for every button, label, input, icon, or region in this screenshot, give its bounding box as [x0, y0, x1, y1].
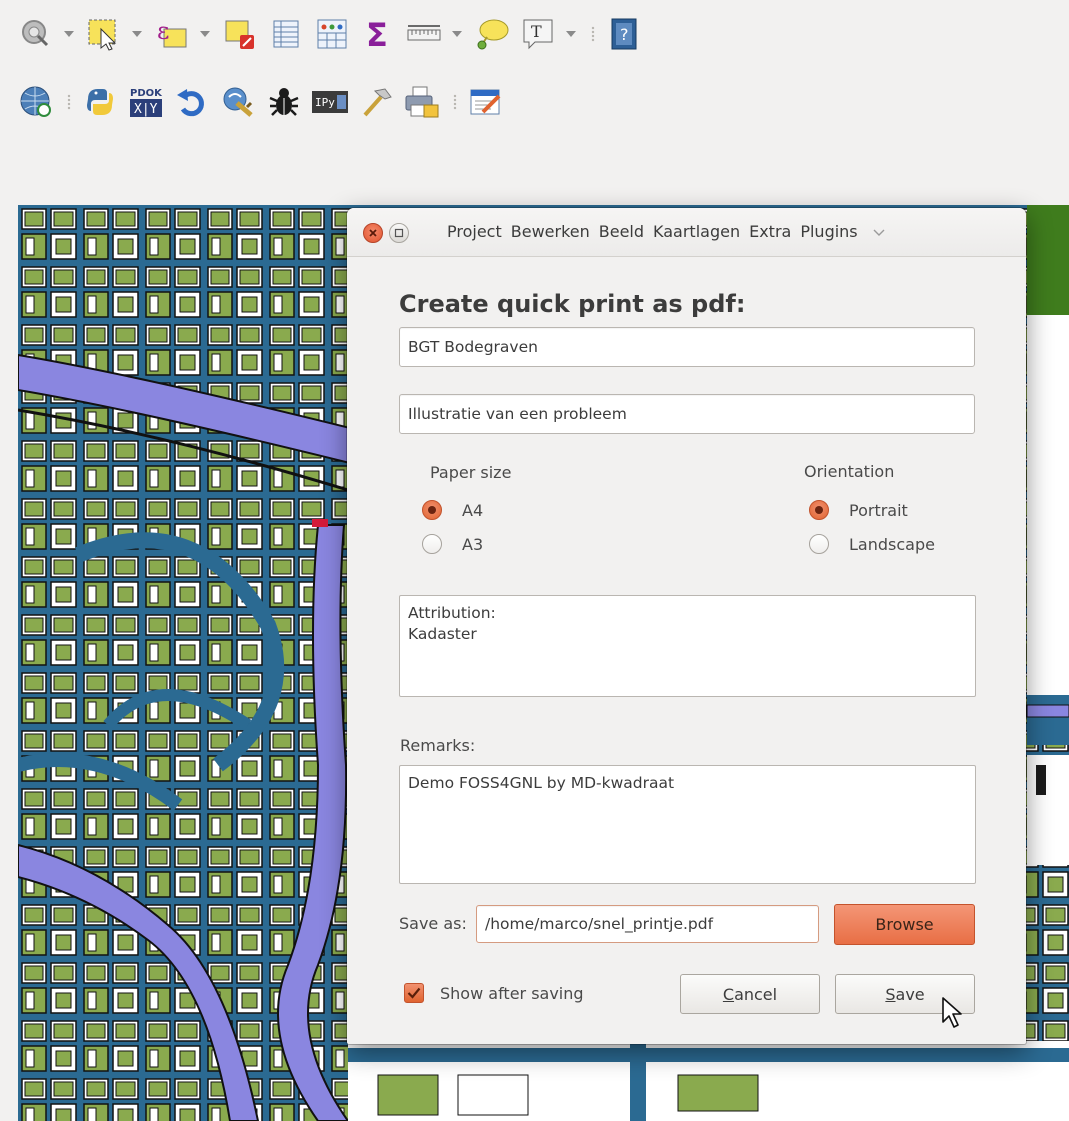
identify-dropdown-icon[interactable]	[64, 31, 74, 37]
menu-overflow-chevron-icon[interactable]	[873, 222, 885, 241]
menubar: Project Bewerken Beeld Kaartlagen Extra …	[447, 222, 885, 241]
orientation-landscape-radio[interactable]: Landscape	[809, 534, 935, 554]
subtitle-input[interactable]: Illustratie van een probleem	[399, 394, 975, 434]
statistical-summary-icon[interactable]: Σ	[360, 16, 396, 52]
remarks-textarea[interactable]: Demo FOSS4GNL by MD-kwadraat	[399, 765, 976, 884]
attribute-table-icon[interactable]	[268, 16, 304, 52]
plugin-tools-icon[interactable]	[220, 84, 256, 120]
svg-text:X|Y: X|Y	[134, 102, 158, 117]
svg-text:?: ?	[620, 25, 629, 44]
dialog-heading: Create quick print as pdf:	[399, 290, 746, 318]
toolbar-row-2: PDOK X|Y IPy	[18, 80, 514, 124]
show-after-saving-checkbox[interactable]: Show after saving	[404, 983, 584, 1003]
python-console-icon[interactable]	[82, 84, 118, 120]
save-as-label: Save as:	[399, 914, 467, 933]
debug-bug-icon[interactable]	[266, 84, 302, 120]
ipy-label: IPy	[315, 96, 335, 109]
checkmark-icon	[404, 983, 424, 1003]
browse-button[interactable]: Browse	[834, 904, 975, 945]
radio-checked-icon	[809, 500, 829, 520]
close-icon[interactable]	[363, 223, 383, 243]
save-label: ave	[895, 984, 925, 1004]
orientation-label: Orientation	[804, 462, 895, 481]
menu-beeld[interactable]: Beeld	[599, 222, 644, 241]
select-by-expression-icon[interactable]: ε	[154, 16, 190, 52]
identify-icon[interactable]	[18, 16, 54, 52]
annotation-dropdown-icon[interactable]	[566, 31, 576, 37]
paper-size-a3-radio[interactable]: A3	[422, 534, 483, 554]
field-calculator-icon[interactable]	[314, 16, 350, 52]
paper-size-a3-label: A3	[462, 534, 484, 554]
radio-unchecked-icon	[422, 534, 442, 554]
wms-globe-icon[interactable]	[18, 84, 54, 120]
svg-text:ε: ε	[157, 17, 169, 45]
toolbar-area: ε Σ T ? PDOK X|Y IPy	[0, 0, 1069, 205]
menu-bewerken[interactable]: Bewerken	[511, 222, 590, 241]
remarks-label: Remarks:	[400, 736, 476, 755]
radio-checked-icon	[422, 500, 442, 520]
refresh-icon[interactable]	[174, 84, 210, 120]
show-after-saving-label: Show after saving	[440, 983, 584, 1003]
orientation-portrait-label: Portrait	[849, 500, 908, 520]
paper-size-a4-radio[interactable]: A4	[422, 500, 483, 520]
measure-dropdown-icon[interactable]	[452, 31, 462, 37]
menu-kaartlagen[interactable]: Kaartlagen	[653, 222, 740, 241]
cancel-label: ancel	[734, 984, 778, 1004]
processing-hammer-icon[interactable]	[358, 84, 394, 120]
map-tips-icon[interactable]	[474, 16, 510, 52]
cancel-mnemonic: C	[722, 984, 735, 1004]
radio-unchecked-icon	[809, 534, 829, 554]
select-dropdown-icon[interactable]	[132, 31, 142, 37]
save-mnemonic: S	[885, 984, 896, 1004]
text-annotation-icon[interactable]: T	[520, 16, 556, 52]
toolbar-row-1: ε Σ T ?	[18, 12, 652, 56]
save-path-input[interactable]: /home/marco/snel_printje.pdf	[476, 905, 819, 943]
pdok-label: PDOK	[130, 88, 163, 99]
orientation-portrait-radio[interactable]: Portrait	[809, 500, 908, 520]
menu-project[interactable]: Project	[447, 222, 502, 241]
expression-dropdown-icon[interactable]	[200, 31, 210, 37]
ipython-console-icon[interactable]: IPy	[312, 84, 348, 120]
mouse-pointer-icon	[941, 996, 965, 1034]
menu-plugins[interactable]: Plugins	[800, 222, 857, 241]
toolbar-separator	[66, 94, 72, 110]
paper-size-a4-label: A4	[462, 500, 484, 520]
toolbar-separator	[590, 26, 596, 42]
help-icon[interactable]: ?	[606, 16, 642, 52]
measure-ruler-icon[interactable]	[406, 16, 442, 52]
menu-extra[interactable]: Extra	[749, 222, 791, 241]
toolbar-separator	[452, 94, 458, 110]
orientation-landscape-label: Landscape	[849, 534, 935, 554]
cancel-button[interactable]: Cancel	[680, 974, 820, 1014]
select-features-icon[interactable]	[86, 16, 122, 52]
deselect-features-icon[interactable]	[222, 16, 258, 52]
title-input[interactable]: BGT Bodegraven	[399, 327, 975, 367]
quick-print-icon[interactable]	[404, 84, 440, 120]
edit-notes-icon[interactable]	[468, 84, 504, 120]
paper-size-label: Paper size	[430, 463, 512, 482]
maximize-icon[interactable]	[389, 223, 409, 243]
svg-text:T: T	[531, 22, 542, 41]
pdok-xy-icon[interactable]: PDOK X|Y	[128, 84, 164, 120]
attribution-textarea[interactable]: Attribution: Kadaster	[399, 595, 976, 697]
quick-print-dialog: Project Bewerken Beeld Kaartlagen Extra …	[347, 208, 1026, 1044]
dialog-titlebar: Project Bewerken Beeld Kaartlagen Extra …	[347, 208, 1026, 257]
svg-text:Σ: Σ	[366, 18, 388, 50]
